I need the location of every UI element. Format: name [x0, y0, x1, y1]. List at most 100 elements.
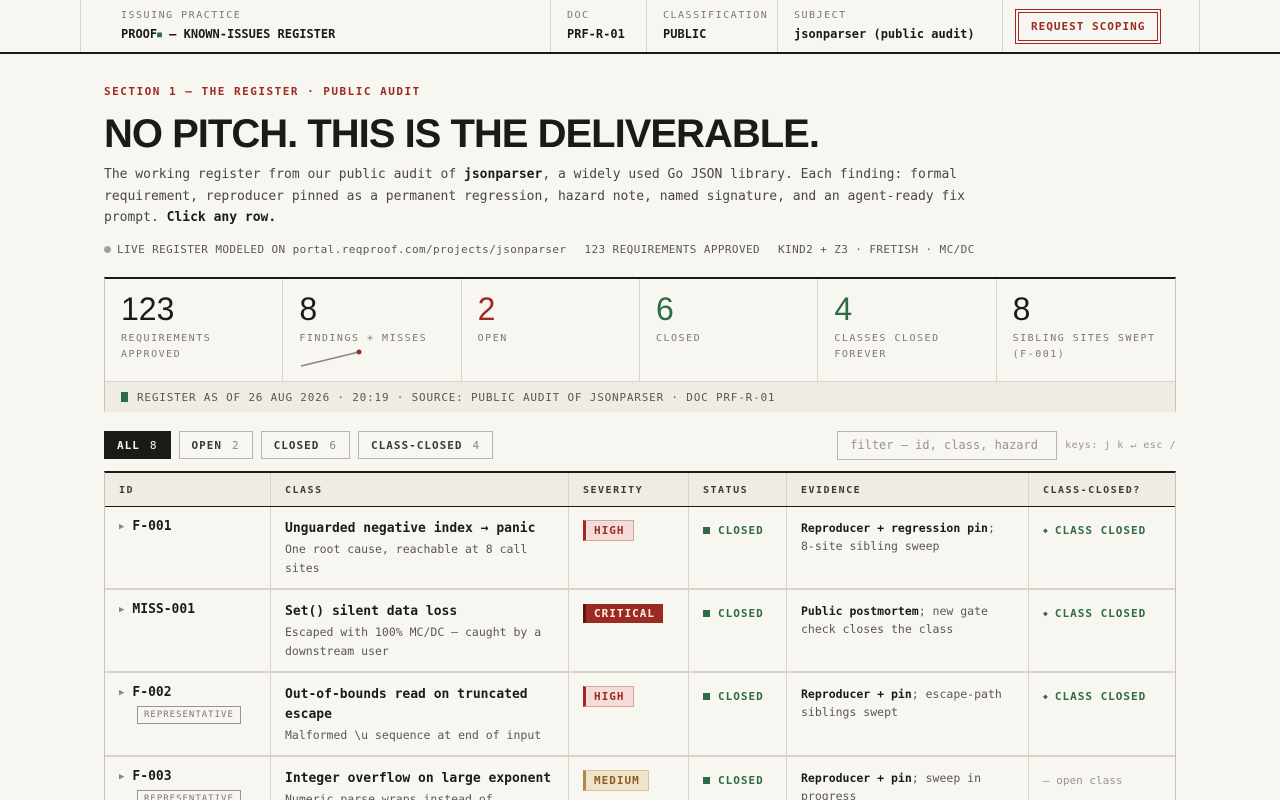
stat-classes-closed: 4 CLASSES CLOSED FOREVER — [818, 279, 997, 381]
status-square-icon — [121, 392, 128, 402]
expand-triangle-icon[interactable]: ▶ — [119, 688, 124, 698]
issuing-practice: ISSUING PRACTICE PROOF■ — KNOWN-ISSUES R… — [81, 0, 551, 52]
status-text: CLOSED — [718, 774, 764, 787]
cell-status: CLOSED — [689, 673, 787, 755]
sparkline-line — [301, 351, 360, 367]
keyboard-hint: keys: j k ↵ esc / — [1065, 439, 1176, 451]
representative-badge: REPRESENTATIVE — [137, 790, 241, 800]
live-dot-icon — [104, 245, 111, 253]
finding-subtitle: Malformed \u sequence at end of input — [285, 728, 542, 742]
filter-chip-open[interactable]: OPEN 2 — [178, 431, 253, 459]
finding-subtitle: One root cause, reachable at 8 call site… — [285, 542, 528, 575]
stat-findings: 8 FINDINGS + MISSES — [283, 279, 462, 381]
class-closed-text: CLASS CLOSED — [1054, 607, 1147, 620]
request-scoping-button[interactable]: REQUEST SCOPING — [1015, 9, 1162, 44]
cell-status: CLOSED — [689, 507, 787, 588]
severity-badge: HIGH — [583, 686, 634, 707]
status-square-icon — [703, 777, 710, 784]
finding-title: Unguarded negative index → panic — [285, 521, 536, 536]
stat-label: SIBLING SITES SWEPT (F-001) — [1012, 333, 1156, 360]
stat-value: 8 — [1012, 291, 1031, 327]
status-square-icon — [703, 527, 710, 534]
subject-value: jsonparser (public audit) — [794, 27, 975, 41]
stat-label: FINDINGS + MISSES — [299, 333, 428, 344]
cell-severity: HIGH — [569, 507, 689, 588]
column-header-id[interactable]: ID — [105, 473, 271, 506]
status-text: CLOSED — [718, 690, 764, 703]
filter-search-input[interactable] — [837, 430, 1058, 460]
cell-id: ▶ F-001 — [105, 507, 271, 588]
stat-value: 2 — [477, 291, 496, 327]
severity-badge: HIGH — [583, 520, 634, 541]
subject-cell: SUBJECT jsonparser (public audit) — [778, 0, 1003, 52]
table-row[interactable]: ▶ F-003 REPRESENTATIVE Integer overflow o… — [105, 757, 1175, 800]
cell-evidence: Public postmortem; new gate check closes… — [787, 590, 1029, 671]
class-closed-text: CLASS CLOSED — [1054, 524, 1147, 537]
evidence-bold: Public postmortem — [801, 604, 919, 618]
filter-bar: ALL8 OPEN2 CLOSED6 CLASS-CLOSED4 keys: j… — [104, 430, 1176, 460]
filter-chip-class-closed[interactable]: CLASS-CLOSED 4 — [358, 431, 494, 459]
diamond-icon: ◆ — [1043, 526, 1049, 535]
register-meta: LIVE REGISTER MODELED ON portal.reqproof… — [104, 243, 1176, 256]
cell-class: Unguarded negative index → panic One roo… — [271, 507, 569, 588]
stat-closed: 6 CLOSED — [640, 279, 819, 381]
finding-id: F-002 — [132, 685, 172, 700]
cell-class: Out-of-bounds read on truncated escape M… — [271, 673, 569, 755]
expand-triangle-icon[interactable]: ▶ — [119, 772, 124, 782]
doc-label: DOC — [567, 10, 590, 21]
live-indicator: LIVE REGISTER MODELED ON portal.reqproof… — [104, 243, 566, 256]
filter-chip-all[interactable]: ALL 8 — [104, 431, 171, 459]
expand-triangle-icon[interactable]: ▶ — [119, 605, 124, 615]
filter-chip-closed[interactable]: CLOSED 6 — [260, 431, 350, 459]
finding-subtitle: Numeric parse wraps instead of erroring — [285, 792, 493, 800]
stat-value: 123 — [121, 291, 175, 327]
column-header-severity[interactable]: SEVERITY — [569, 473, 689, 506]
table-row[interactable]: ▶ F-001 Unguarded negative index → panic … — [105, 507, 1175, 590]
cell-class-closed: ◆ CLASS CLOSED — [1029, 507, 1175, 588]
stat-open: 2 OPEN — [462, 279, 640, 381]
column-header-status[interactable]: STATUS — [689, 473, 787, 506]
practice-name: PROOF■ — KNOWN-ISSUES REGISTER — [121, 27, 336, 41]
cell-class: Set() silent data loss Escaped with 100%… — [271, 590, 569, 671]
classification-label: CLASSIFICATION — [663, 10, 769, 21]
evidence-bold: Reproducer + regression pin — [801, 521, 988, 535]
finding-title: Set() silent data loss — [285, 604, 458, 619]
finding-subtitle: Escaped with 100% MC/DC — caught by a do… — [285, 625, 542, 658]
finding-title: Integer overflow on large exponent — [285, 771, 552, 786]
diamond-icon: ◆ — [1043, 692, 1049, 701]
cell-status: CLOSED — [689, 590, 787, 671]
practice-label: ISSUING PRACTICE — [121, 10, 242, 21]
cell-class-closed: ◆ CLASS CLOSED — [1029, 673, 1175, 755]
column-header-class[interactable]: CLASS — [271, 473, 569, 506]
finding-id: F-003 — [132, 769, 172, 784]
header-divider — [0, 52, 1280, 54]
sparkline-endpoint — [356, 349, 362, 355]
evidence-bold: Reproducer + pin — [801, 771, 912, 785]
severity-badge: CRITICAL — [583, 604, 663, 623]
finding-id: F-001 — [132, 519, 172, 534]
table-row[interactable]: ▶ MISS-001 Set() silent data loss Escaped… — [105, 590, 1175, 673]
expand-triangle-icon[interactable]: ▶ — [119, 522, 124, 532]
class-closed-text: CLASS CLOSED — [1054, 690, 1147, 703]
finding-id: MISS-001 — [132, 602, 196, 617]
requirements-meta: 123 REQUIREMENTS APPROVED — [584, 242, 761, 256]
table-row[interactable]: ▶ F-002 REPRESENTATIVE Out-of-bounds read… — [105, 673, 1175, 757]
finding-title: Out-of-bounds read on truncated escape — [285, 687, 528, 722]
classification-cell: CLASSIFICATION PUBLIC — [647, 0, 778, 52]
stat-value: 8 — [299, 291, 318, 327]
header-bar: ISSUING PRACTICE PROOF■ — KNOWN-ISSUES R… — [80, 0, 1200, 52]
severity-badge: MEDIUM — [583, 770, 649, 791]
stat-value: 4 — [834, 291, 853, 327]
stat-label: CLASSES CLOSED FOREVER — [834, 333, 940, 360]
stat-requirements: 123 REQUIREMENTS APPROVED — [105, 279, 284, 381]
representative-badge: REPRESENTATIVE — [137, 706, 241, 724]
stat-sibling-sites: 8 SIBLING SITES SWEPT (F-001) — [997, 279, 1175, 381]
page-title: NO PITCH. THIS IS THE DELIVERABLE. — [104, 112, 820, 156]
intro-paragraph: The working register from our public aud… — [104, 167, 965, 225]
column-header-class-closed[interactable]: CLASS-CLOSED? — [1029, 473, 1175, 506]
column-header-evidence[interactable]: EVIDENCE — [787, 473, 1029, 506]
cell-severity: CRITICAL — [569, 590, 689, 671]
stats-panel: 123 REQUIREMENTS APPROVED 8 FINDINGS + M… — [104, 277, 1176, 412]
status-text: CLOSED — [718, 607, 764, 620]
status-text: CLOSED — [718, 524, 764, 537]
